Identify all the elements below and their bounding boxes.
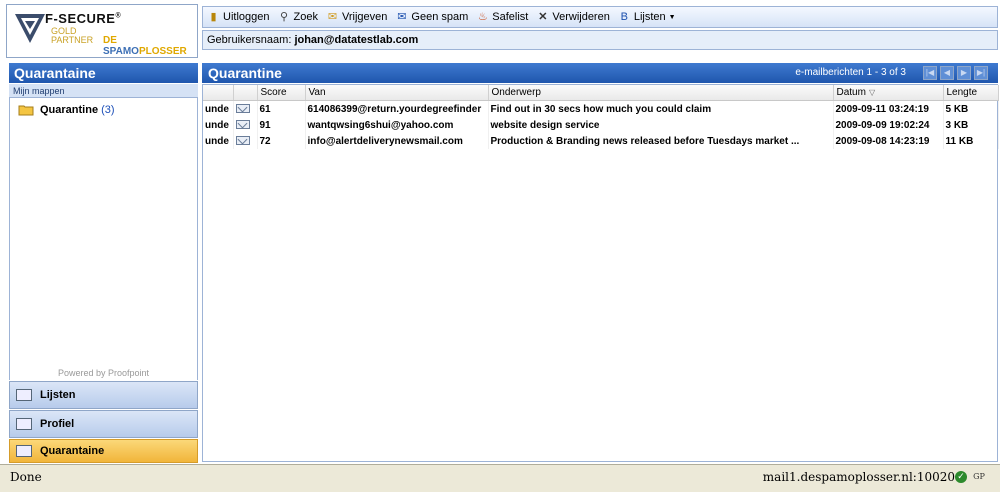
- powered-by-text: Powered by Proofpoint: [57, 368, 150, 378]
- table-row[interactable]: unde 72 info@alertdeliverynewsmail.com P…: [203, 133, 999, 149]
- safelist-button[interactable]: ♨ Safelist: [476, 10, 529, 24]
- status-host: mail1.despamoplosser.nl:10020: [762, 470, 955, 484]
- next-page-icon[interactable]: ▶: [957, 66, 971, 80]
- column-header-state[interactable]: [203, 85, 234, 101]
- row-state: unde: [203, 117, 234, 133]
- f-secure-logo: F-SECURE® GOLD PARTNER DE SPAMOPLOSSER: [6, 4, 198, 58]
- row-subject: Find out in 30 secs how much you could c…: [488, 100, 834, 117]
- logo-gold-partner: GOLD PARTNER: [51, 26, 94, 45]
- logout-button[interactable]: ▮ Uitloggen: [207, 11, 269, 24]
- row-subject: Production & Branding news released befo…: [488, 133, 834, 149]
- column-header-from[interactable]: Van: [305, 85, 489, 101]
- row-from: 614086399@return.yourdegreefinder: [305, 100, 489, 117]
- safelist-icon: ♨: [477, 10, 488, 23]
- nav-quarantine-label: Quarantaine: [40, 445, 105, 457]
- row-size: 3 KB: [943, 117, 999, 133]
- row-envelope: [233, 117, 258, 133]
- envelope-icon: [235, 104, 250, 114]
- status-text: Done: [10, 470, 42, 484]
- folder-quarantine[interactable]: Quarantine (3): [18, 104, 115, 116]
- quarantine-nav-icon: [16, 445, 32, 457]
- nav-profile[interactable]: Profiel: [9, 410, 198, 438]
- table-row[interactable]: unde 61 614086399@return.yourdegreefinde…: [203, 100, 999, 117]
- lists-icon: B: [620, 10, 629, 23]
- lists-nav-icon: [16, 389, 32, 401]
- row-envelope: [233, 133, 258, 149]
- lists-dropdown[interactable]: B Lijsten ▼: [618, 11, 676, 24]
- username-value: johan@datatestlab.com: [294, 34, 419, 46]
- message-list-title: Quarantine: [208, 65, 282, 81]
- logout-icon: ▮: [210, 10, 217, 23]
- column-header-size[interactable]: Lengte: [943, 85, 999, 101]
- sort-desc-icon: ▽: [868, 88, 876, 97]
- row-from: info@alertdeliverynewsmail.com: [305, 133, 489, 149]
- delete-icon: ✕: [538, 10, 548, 23]
- prev-page-icon[interactable]: ◀: [940, 66, 954, 80]
- row-size: 11 KB: [943, 133, 999, 149]
- search-button[interactable]: ⚲ Zoek: [277, 10, 318, 24]
- browser-status-bar: Done mail1.despamoplosser.nl:10020 ✓ GP: [0, 464, 1000, 492]
- message-table: Score Van Onderwerp Datum ▽ Lengte unde 6…: [203, 85, 999, 149]
- row-state: unde: [203, 133, 234, 149]
- table-header-row: Score Van Onderwerp Datum ▽ Lengte: [203, 85, 999, 101]
- first-page-icon[interactable]: |◀: [923, 66, 937, 80]
- folder-count: (3): [101, 104, 115, 116]
- row-score: 91: [257, 117, 306, 133]
- column-header-score[interactable]: Score: [257, 85, 306, 101]
- folder-icon: [18, 105, 34, 116]
- row-subject: website design service: [488, 117, 834, 133]
- release-button[interactable]: ✉ Vrijgeven: [326, 10, 388, 24]
- row-envelope: [233, 100, 258, 117]
- row-score: 72: [257, 133, 306, 149]
- nav-profile-label: Profiel: [40, 418, 75, 430]
- not-spam-button[interactable]: ✉ Geen spam: [395, 11, 468, 24]
- row-date: 2009-09-11 03:24:19: [833, 100, 944, 117]
- username-label: Gebruikersnaam:: [207, 34, 292, 46]
- column-header-date[interactable]: Datum ▽: [833, 85, 944, 101]
- f-secure-shield-icon: [15, 14, 45, 43]
- security-icon[interactable]: ✓: [955, 471, 967, 483]
- chevron-down-icon: ▼: [668, 13, 676, 21]
- folder-tree: Quarantine (3) Powered by Proofpoint: [9, 98, 198, 380]
- row-date: 2009-09-08 14:23:19: [833, 133, 944, 149]
- release-icon: ✉: [327, 10, 338, 23]
- left-panel-title: Quarantaine: [9, 63, 198, 83]
- profile-nav-icon: [16, 418, 32, 430]
- not-spam-icon: ✉: [397, 10, 407, 23]
- nav-quarantine[interactable]: Quarantaine: [9, 439, 198, 463]
- envelope-icon: [235, 136, 250, 146]
- column-header-subject[interactable]: Onderwerp: [488, 85, 834, 101]
- message-count: e-mailberichten 1 - 3 of 3: [795, 67, 906, 78]
- row-state: unde: [203, 100, 234, 117]
- gp-icon[interactable]: GP: [972, 471, 986, 483]
- logo-brand: F-SECURE®: [45, 11, 122, 26]
- row-date: 2009-09-09 19:02:24: [833, 117, 944, 133]
- folder-name: Quarantine: [40, 104, 99, 116]
- envelope-icon: [235, 120, 250, 130]
- username-bar: Gebruikersnaam: johan@datatestlab.com: [202, 30, 998, 50]
- my-folders-heading: Mijn mappen: [9, 84, 198, 98]
- message-grid: Score Van Onderwerp Datum ▽ Lengte unde 6…: [202, 84, 999, 462]
- delete-button[interactable]: ✕ Verwijderen: [536, 10, 610, 24]
- table-row[interactable]: unde 91 wantqwsing6shui@yahoo.com websit…: [203, 117, 999, 133]
- nav-lists[interactable]: Lijsten: [9, 381, 198, 409]
- search-icon: ⚲: [279, 10, 289, 23]
- logo-despamoplosser: DE SPAMOPLOSSER: [103, 35, 187, 57]
- nav-lists-label: Lijsten: [40, 389, 76, 401]
- row-score: 61: [257, 100, 306, 117]
- row-from: wantqwsing6shui@yahoo.com: [305, 117, 489, 133]
- row-size: 5 KB: [943, 100, 999, 117]
- message-list-header: Quarantine e-mailberichten 1 - 3 of 3 |◀…: [202, 63, 998, 83]
- toolbar: ▮ Uitloggen ⚲ Zoek ✉ Vrijgeven ✉ Geen spam ♨…: [202, 6, 998, 28]
- last-page-icon[interactable]: ▶|: [974, 66, 988, 80]
- column-header-icon[interactable]: [233, 85, 258, 101]
